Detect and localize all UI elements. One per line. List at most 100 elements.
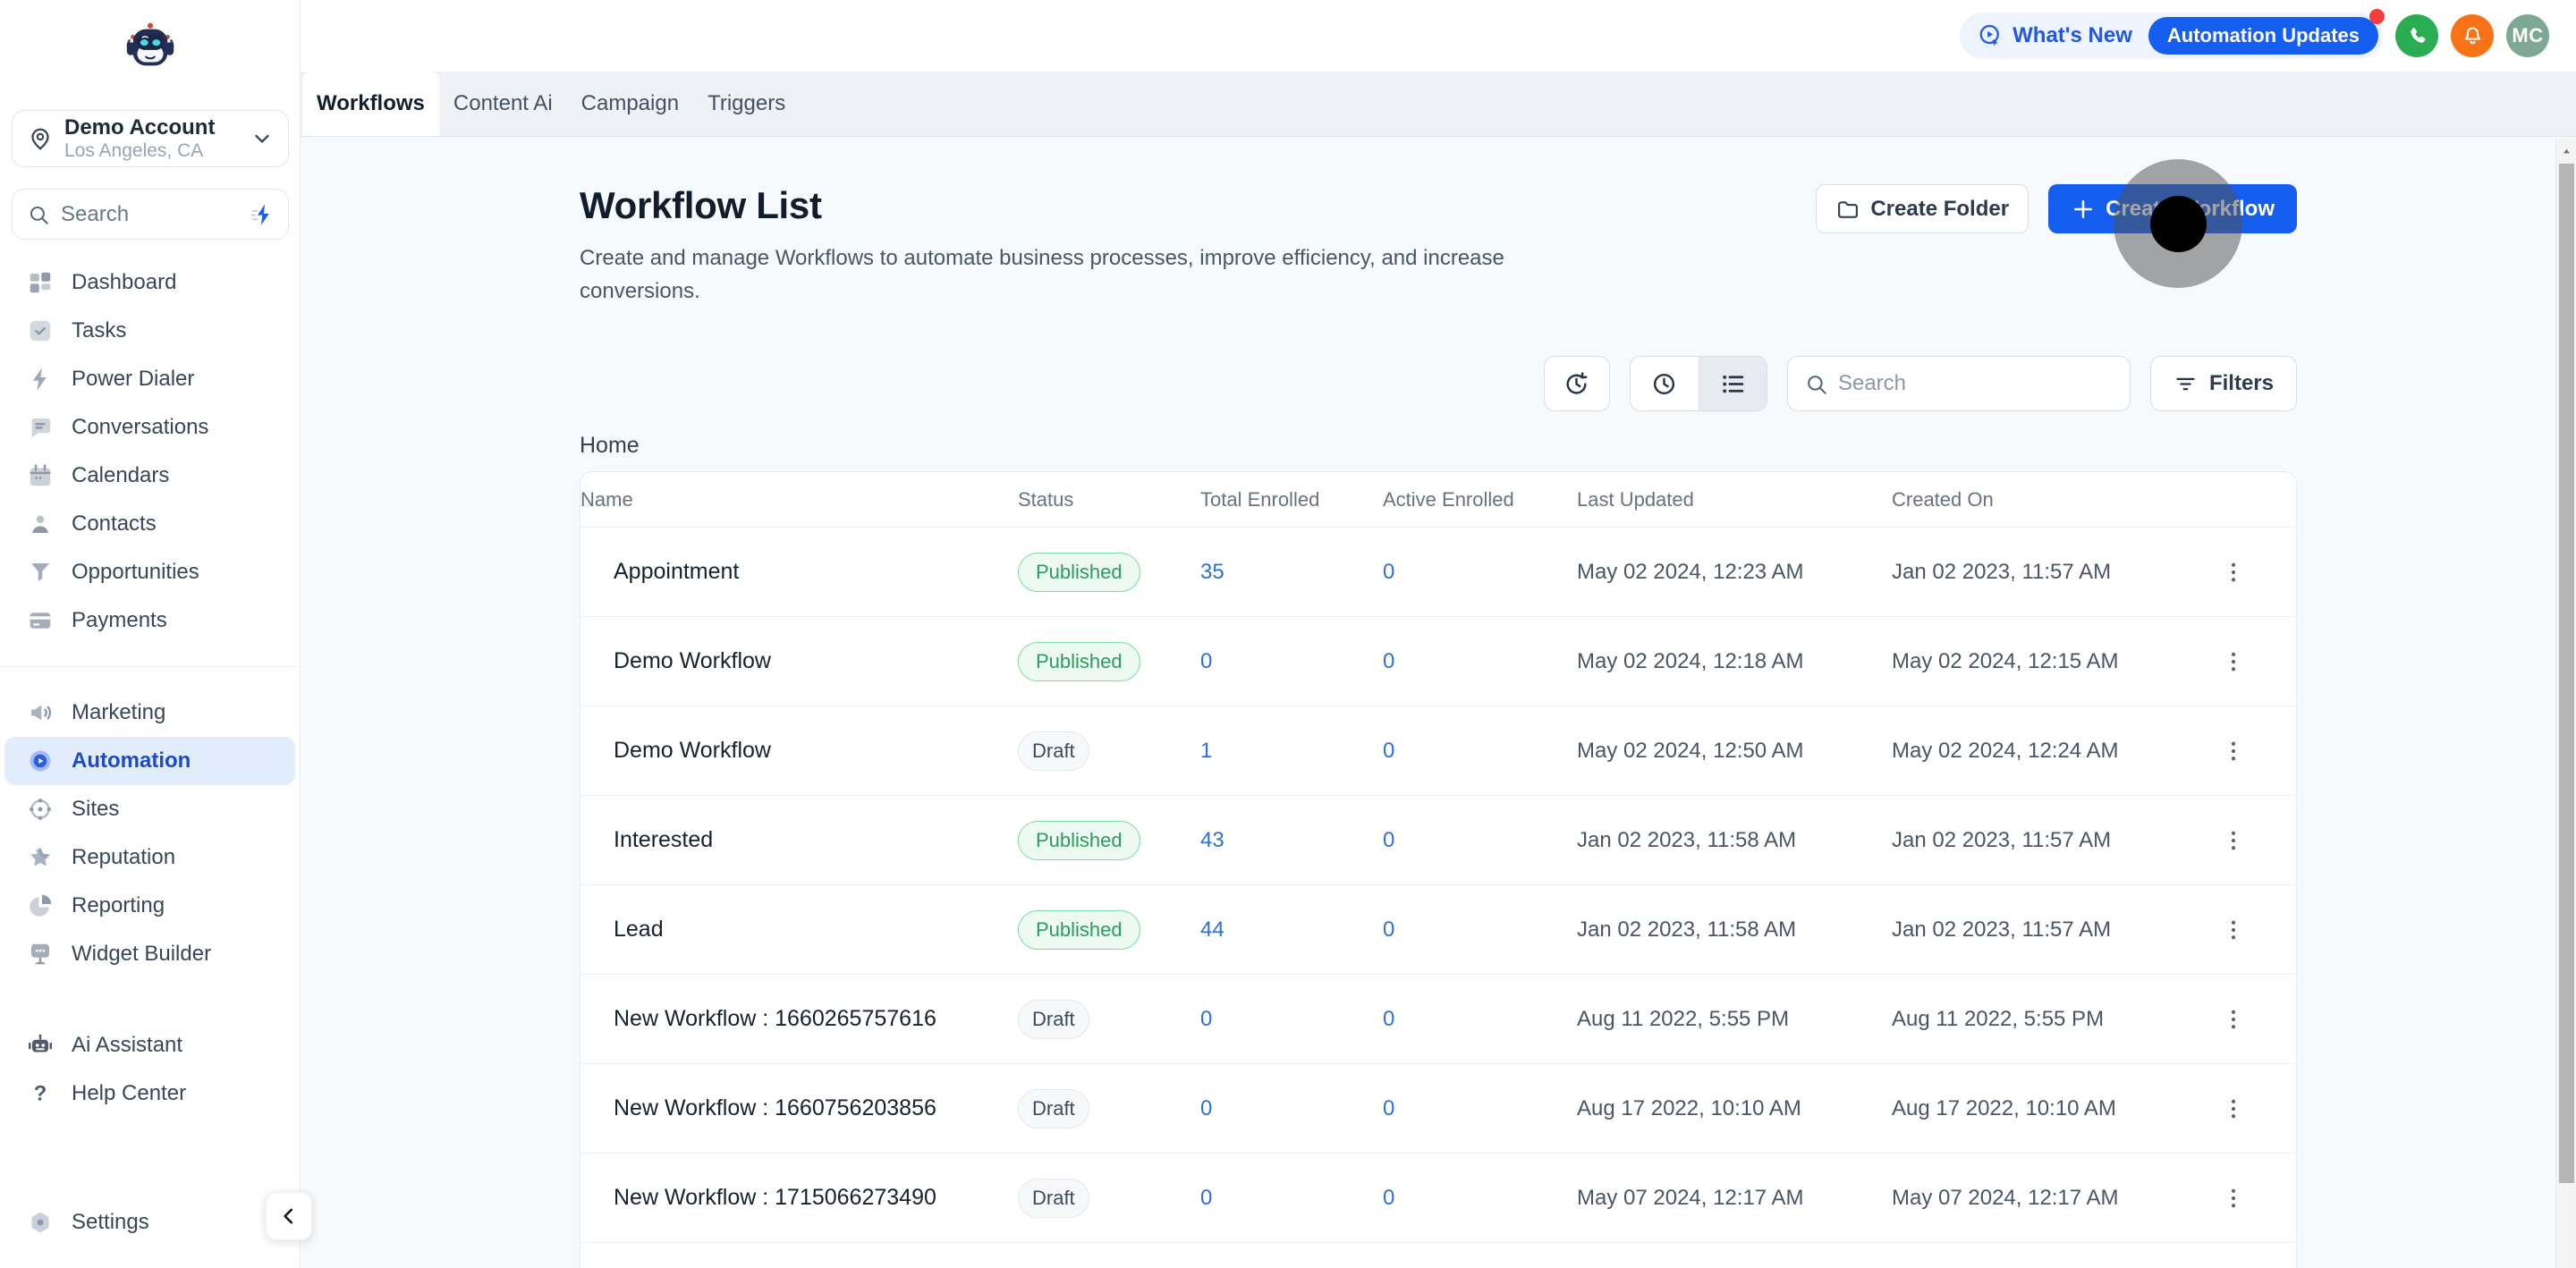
sidebar-item-calendars[interactable]: Calendars (0, 452, 300, 500)
notifications-button[interactable] (2451, 14, 2494, 57)
create-workflow-button[interactable]: Create Workflow (2048, 184, 2297, 233)
sidebar-item-label: Reputation (72, 845, 176, 869)
sidebar-item-marketing[interactable]: Marketing (0, 689, 300, 737)
active-enrolled-link[interactable]: 0 (1383, 828, 1394, 852)
active-enrolled-link[interactable]: 0 (1383, 649, 1394, 673)
table-row[interactable]: New Workflow : 1660756203856 Draft 0 0 A… (580, 1064, 2296, 1154)
row-actions-button[interactable] (2214, 1179, 2253, 1218)
sidebar-item-label: Sites (72, 797, 120, 821)
sidebar-collapse-button[interactable] (266, 1192, 312, 1240)
row-actions-button[interactable] (2214, 1089, 2253, 1129)
whats-new-icon (1977, 22, 2004, 49)
chevron-left-icon (277, 1205, 301, 1228)
row-actions-button[interactable] (2214, 821, 2253, 860)
breadcrumb[interactable]: Home (580, 433, 2297, 459)
workflow-name[interactable]: Interested (580, 827, 1018, 853)
sidebar-item-tasks[interactable]: Tasks (0, 307, 300, 355)
active-enrolled-link[interactable]: 0 (1383, 1096, 1394, 1120)
table-row[interactable]: Interested Published 43 0 Jan 02 2023, 1… (580, 796, 2296, 885)
workflow-name[interactable]: New Workflow : 1715066273490 (580, 1185, 1018, 1211)
table-row[interactable]: New Workflow : 1715066273490 Draft 0 0 M… (580, 1154, 2296, 1243)
table-row[interactable]: New Workflow : 1660265757616 Draft 0 0 A… (580, 975, 2296, 1064)
timeline-view-toggle[interactable] (1631, 357, 1699, 410)
active-enrolled-link[interactable]: 0 (1383, 1186, 1394, 1210)
account-selector[interactable]: Demo Account Los Angeles, CA (12, 110, 289, 167)
tab-campaign[interactable]: Campaign (567, 72, 693, 136)
kebab-icon (2220, 648, 2247, 675)
sidebar-item-automation[interactable]: Automation (4, 737, 295, 785)
row-actions-button[interactable] (2214, 1000, 2253, 1039)
last-updated-cell: Jan 02 2023, 11:58 AM (1577, 827, 1797, 852)
active-enrolled-link[interactable]: 0 (1383, 739, 1394, 763)
create-folder-button[interactable]: Create Folder (1816, 184, 2029, 233)
last-updated-cell: May 02 2024, 12:50 AM (1577, 738, 1804, 763)
automation-updates-badge[interactable]: Automation Updates (2148, 17, 2378, 55)
tab-triggers[interactable]: Triggers (693, 72, 800, 136)
total-enrolled-link[interactable]: 0 (1200, 649, 1212, 673)
tab-content-ai[interactable]: Content Ai (439, 72, 567, 136)
whats-new-pill[interactable]: What's New Automation Updates (1960, 9, 2385, 59)
row-actions-button[interactable] (2214, 642, 2253, 681)
row-actions-button[interactable] (2214, 731, 2253, 771)
workflow-name[interactable]: Appointment (580, 559, 1018, 585)
last-updated-cell: Aug 17 2022, 10:10 AM (1577, 1095, 1801, 1120)
total-enrolled-link[interactable]: 0 (1200, 1186, 1212, 1210)
sidebar-item-conversations[interactable]: Conversations (0, 403, 300, 452)
total-enrolled-link[interactable]: 0 (1200, 1007, 1212, 1031)
created-on-cell: Jan 02 2023, 11:57 AM (1892, 917, 2112, 942)
active-enrolled-link[interactable]: 0 (1383, 1007, 1394, 1031)
user-avatar[interactable]: MC (2506, 14, 2549, 57)
created-on-cell: Aug 17 2022, 10:10 AM (1892, 1095, 2116, 1120)
scrollbar-thumb[interactable] (2559, 164, 2574, 1183)
total-enrolled-link[interactable]: 44 (1200, 917, 1224, 942)
list-toolbar: Filters (580, 356, 2297, 411)
sidebar-item-sites[interactable]: Sites (0, 785, 300, 833)
phone-button[interactable] (2395, 14, 2438, 57)
sidebar-item-ai-assistant[interactable]: Ai Assistant (0, 1021, 300, 1069)
status-badge: Draft (1018, 999, 1089, 1039)
tab-workflows[interactable]: Workflows (302, 72, 439, 136)
workflow-name[interactable]: New Workflow : 1660756203856 (580, 1095, 1018, 1121)
table-row[interactable]: Appointment Published 35 0 May 02 2024, … (580, 528, 2296, 617)
enrollment-history-button[interactable] (1543, 356, 1610, 411)
quick-actions-bolt-icon[interactable] (249, 202, 274, 227)
table-row[interactable]: Demo Workflow Draft 1 0 May 02 2024, 12:… (580, 706, 2296, 796)
kebab-icon (2220, 917, 2247, 943)
table-row[interactable]: Lead Published 44 0 Jan 02 2023, 11:58 A… (580, 885, 2296, 975)
total-enrolled-link[interactable]: 1 (1200, 739, 1212, 763)
list-view-toggle[interactable] (1698, 357, 1767, 410)
kebab-icon (2220, 827, 2247, 854)
row-actions-button[interactable] (2214, 910, 2253, 950)
created-on-cell: May 02 2024, 12:24 AM (1892, 738, 2119, 763)
sidebar-item-payments[interactable]: Payments (0, 596, 300, 645)
table-row[interactable]: Demo Workflow Published 0 0 May 02 2024,… (580, 617, 2296, 706)
active-enrolled-link[interactable]: 0 (1383, 560, 1394, 584)
sidebar-item-power-dialer[interactable]: Power Dialer (0, 355, 300, 403)
status-badge: Draft (1018, 1178, 1089, 1218)
row-actions-button[interactable] (2214, 553, 2253, 592)
total-enrolled-link[interactable]: 35 (1200, 560, 1224, 584)
total-enrolled-link[interactable]: 0 (1200, 1096, 1212, 1120)
sidebar-search-input[interactable] (61, 201, 238, 227)
total-enrolled-link[interactable]: 43 (1200, 828, 1224, 852)
gear-icon (27, 1209, 54, 1236)
workflow-name[interactable]: New Workflow : 1660265757616 (580, 1006, 1018, 1032)
active-enrolled-link[interactable]: 0 (1383, 917, 1394, 942)
sidebar-item-settings[interactable]: Settings (0, 1198, 300, 1247)
filters-button[interactable]: Filters (2149, 356, 2297, 411)
created-on-cell: Jan 02 2023, 11:57 AM (1892, 559, 2112, 584)
sidebar-item-dashboard[interactable]: Dashboard (0, 258, 300, 307)
table-row[interactable]: New Workflow : 1715194519317 Draft 0 0 M… (580, 1243, 2296, 1268)
workflow-name[interactable]: Demo Workflow (580, 648, 1018, 674)
sidebar-item-reporting[interactable]: Reporting (0, 882, 300, 930)
sidebar-item-label: Power Dialer (72, 367, 195, 391)
sidebar-item-help-center[interactable]: Help Center (0, 1069, 300, 1118)
workflow-name[interactable]: Demo Workflow (580, 738, 1018, 764)
workflow-search-input[interactable] (1837, 371, 2114, 396)
sidebar-item-reputation[interactable]: Reputation (0, 833, 300, 882)
sidebar-item-widget-builder[interactable]: Widget Builder (0, 930, 300, 978)
sidebar-item-opportunities[interactable]: Opportunities (0, 548, 300, 596)
sidebar-item-contacts[interactable]: Contacts (0, 500, 300, 548)
scrollbar-up-arrow[interactable] (2556, 139, 2576, 164)
workflow-name[interactable]: Lead (580, 917, 1018, 943)
